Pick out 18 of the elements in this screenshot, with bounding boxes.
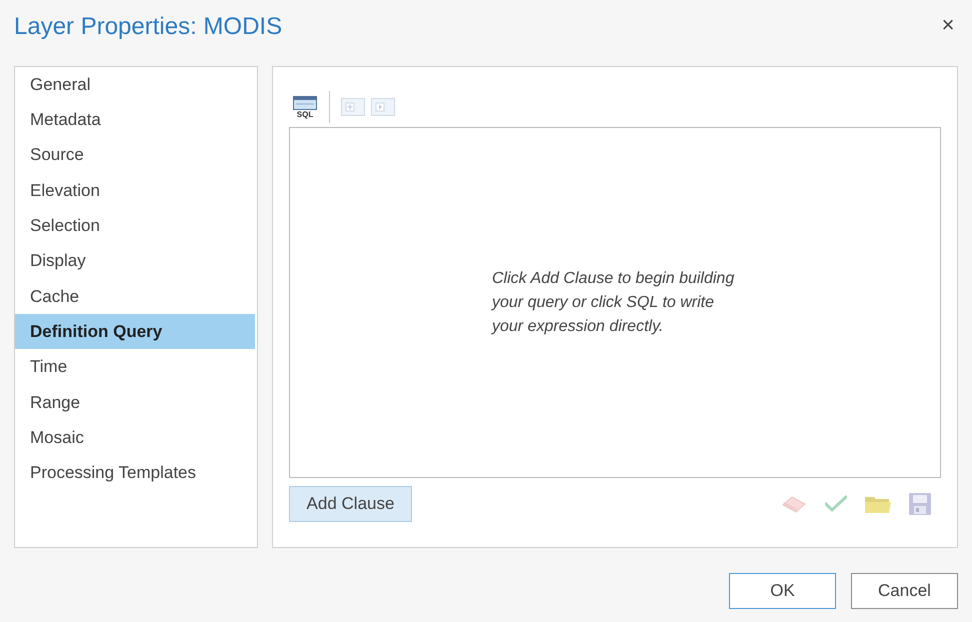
toolbar-button[interactable] xyxy=(865,495,891,513)
toolbar-button[interactable] xyxy=(909,493,931,515)
table-icon xyxy=(293,96,317,110)
eraser-icon xyxy=(781,494,807,514)
ok-button[interactable]: OK xyxy=(729,573,836,609)
dialog-title: Layer Properties: MODIS xyxy=(14,12,282,42)
sql-button[interactable]: SQL xyxy=(291,92,319,122)
check-icon xyxy=(825,495,847,513)
hint-text: Click Add Clause to begin building your query or click SQL to write your expression directly. xyxy=(492,268,736,336)
plus-box-icon xyxy=(341,98,365,116)
toolbar-button[interactable] xyxy=(825,495,847,513)
add-clause-button[interactable]: Add Clause xyxy=(289,486,412,522)
toolbar-button[interactable] xyxy=(781,494,807,514)
close-button[interactable]: × xyxy=(938,13,958,37)
sidebar-item[interactable]: Definition Query xyxy=(15,314,255,350)
folder-icon xyxy=(865,495,891,513)
arrow-box-icon xyxy=(371,98,395,116)
cancel-button[interactable]: Cancel xyxy=(851,573,958,609)
